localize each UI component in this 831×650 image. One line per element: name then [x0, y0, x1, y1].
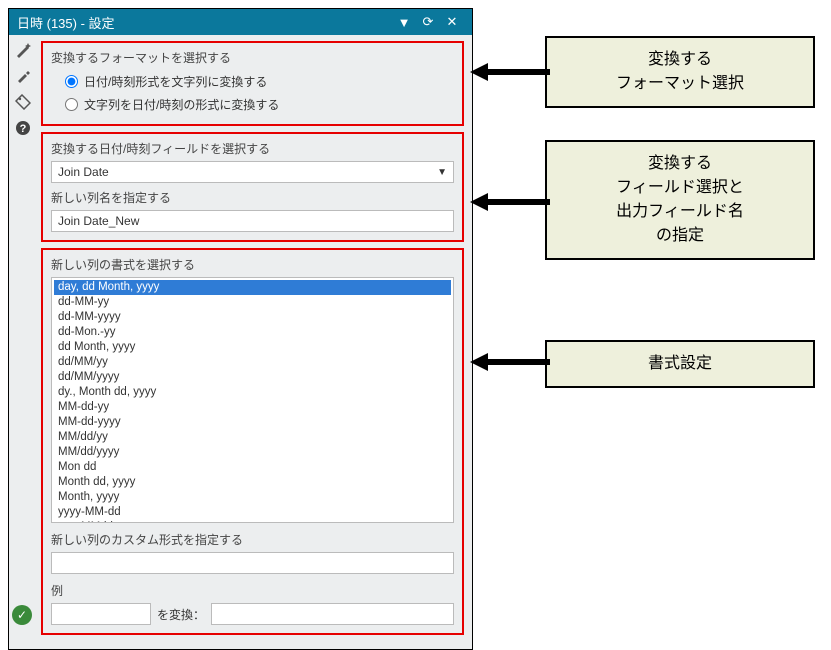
newcol-input[interactable] — [51, 210, 454, 232]
format-option[interactable]: dd-Mon.-yy — [54, 325, 451, 340]
format-option[interactable]: yyyy-MM-dd — [54, 505, 451, 520]
newcol-label: 新しい列名を指定する — [51, 189, 454, 206]
example-mid-label: を変換： — [157, 606, 205, 623]
arrow-3 — [470, 350, 550, 380]
format-section: 新しい列の書式を選択する day, dd Month, yyyydd-MM-yy… — [41, 248, 464, 635]
format-direction-label: 変換するフォーマットを選択する — [51, 49, 454, 66]
titlebar: 日時 (135) - 設定 ▼ ⟳ ✕ — [9, 9, 472, 35]
format-option[interactable]: day, dd Month, yyyy — [54, 280, 451, 295]
example-input[interactable] — [51, 603, 151, 625]
radio-string-to-datetime-label: 文字列を日付/時刻の形式に変換する — [84, 96, 279, 113]
format-option[interactable]: MM-dd-yyyy — [54, 415, 451, 430]
format-option[interactable]: Mon dd — [54, 460, 451, 475]
format-option[interactable]: dy., Month dd, yyyy — [54, 385, 451, 400]
apply-check-icon[interactable]: ✓ — [12, 605, 32, 625]
format-option[interactable]: MM-dd-yy — [54, 400, 451, 415]
radio-datetime-to-string-input[interactable] — [65, 75, 78, 88]
wand-icon[interactable] — [14, 41, 32, 59]
format-option[interactable]: yyyyMMdd — [54, 520, 451, 523]
arrow-1 — [470, 60, 550, 90]
example-label: 例 — [51, 582, 454, 599]
example-output[interactable] — [211, 603, 454, 625]
radio-datetime-to-string-label: 日付/時刻形式を文字列に変換する — [84, 73, 267, 90]
example-row: を変換： — [51, 603, 454, 625]
field-select-section: 変換する日付/時刻フィールドを選択する Join Date ▼ 新しい列名を指定… — [41, 132, 464, 242]
refresh-icon[interactable]: ⟳ — [416, 14, 440, 30]
svg-text:?: ? — [20, 123, 27, 135]
field-dropdown-value: Join Date — [58, 165, 109, 179]
custom-format-input[interactable] — [51, 552, 454, 574]
format-listbox[interactable]: day, dd Month, yyyydd-MM-yydd-MM-yyyydd-… — [51, 277, 454, 523]
format-option[interactable]: dd-MM-yy — [54, 295, 451, 310]
format-list-label: 新しい列の書式を選択する — [51, 256, 454, 273]
format-option[interactable]: dd/MM/yy — [54, 355, 451, 370]
callout-format: 変換する フォーマット選択 — [545, 36, 815, 108]
format-option[interactable]: MM/dd/yyyy — [54, 445, 451, 460]
window-title: 日時 (135) - 設定 — [17, 13, 392, 32]
radio-string-to-datetime-input[interactable] — [65, 98, 78, 111]
chevron-down-icon: ▼ — [437, 167, 447, 178]
brush-icon[interactable] — [14, 67, 32, 85]
radio-string-to-datetime[interactable]: 文字列を日付/時刻の形式に変換する — [51, 93, 454, 116]
format-option[interactable]: dd/MM/yyyy — [54, 370, 451, 385]
sidebar: ? — [9, 35, 37, 649]
format-option[interactable]: dd Month, yyyy — [54, 340, 451, 355]
format-option[interactable]: Month dd, yyyy — [54, 475, 451, 490]
field-dropdown[interactable]: Join Date ▼ — [51, 161, 454, 183]
settings-window: 日時 (135) - 設定 ▼ ⟳ ✕ ? 変換するフォーマットを選択する — [8, 8, 473, 650]
field-select-label: 変換する日付/時刻フィールドを選択する — [51, 140, 454, 157]
help-icon[interactable]: ? — [14, 119, 32, 137]
minimize-icon[interactable]: ▼ — [392, 15, 416, 30]
format-option[interactable]: Month, yyyy — [54, 490, 451, 505]
radio-datetime-to-string[interactable]: 日付/時刻形式を文字列に変換する — [51, 70, 454, 93]
format-option[interactable]: MM/dd/yy — [54, 430, 451, 445]
close-icon[interactable]: ✕ — [440, 14, 464, 30]
tag-icon[interactable] — [14, 93, 32, 111]
custom-format-label: 新しい列のカスタム形式を指定する — [51, 531, 454, 548]
format-direction-section: 変換するフォーマットを選択する 日付/時刻形式を文字列に変換する 文字列を日付/… — [41, 41, 464, 126]
arrow-2 — [470, 190, 550, 220]
format-option[interactable]: dd-MM-yyyy — [54, 310, 451, 325]
callout-field: 変換する フィールド選択と 出力フィールド名 の指定 — [545, 140, 815, 260]
callout-format-setting: 書式設定 — [545, 340, 815, 388]
